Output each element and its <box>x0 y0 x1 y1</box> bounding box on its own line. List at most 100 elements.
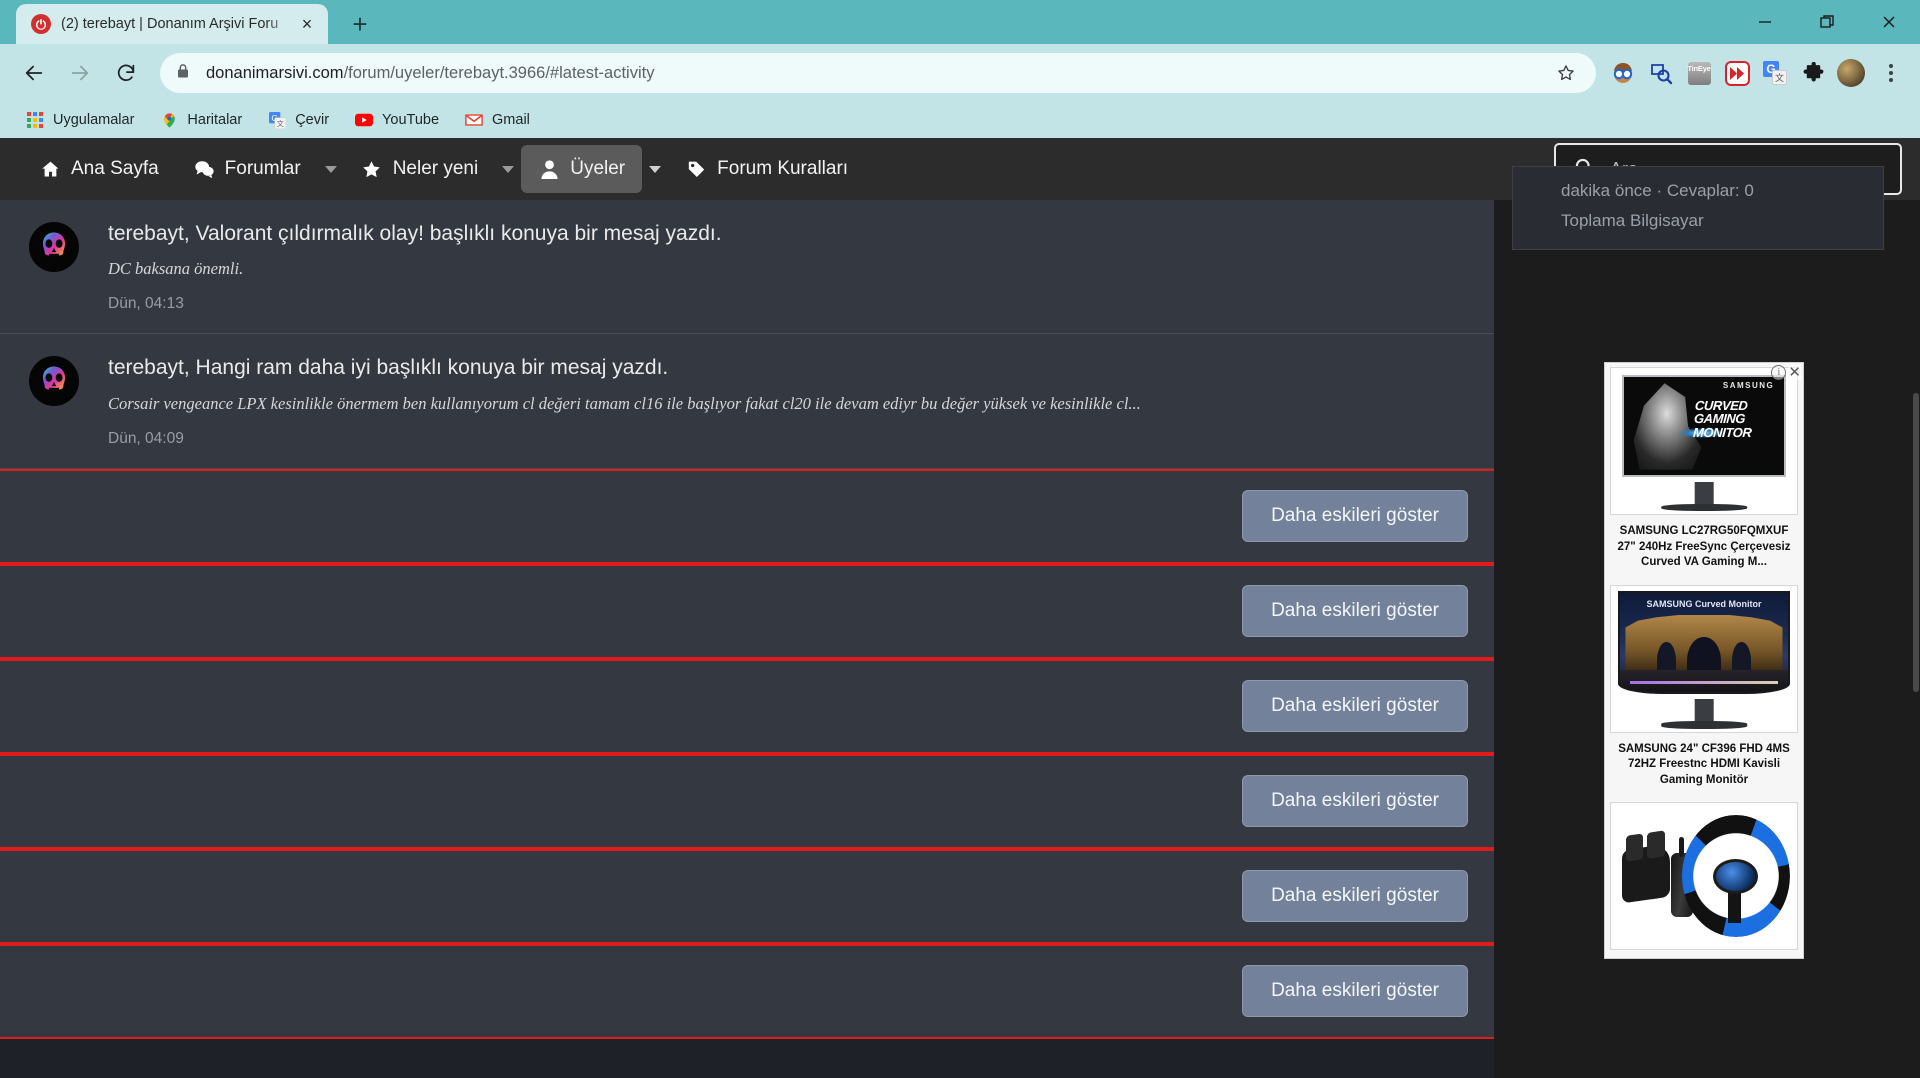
show-older-button[interactable]: Daha eskileri göster <box>1242 870 1468 923</box>
minimize-icon[interactable] <box>1734 0 1796 44</box>
activity-title[interactable]: terebayt, Valorant çıldırmalık olay! baş… <box>108 220 1468 248</box>
show-older-block: Daha eskileri göster <box>0 563 1494 659</box>
translate-icon: G 文 <box>268 111 286 129</box>
nav-label: Forum Kuralları <box>717 158 849 179</box>
image-search-icon[interactable] <box>1644 56 1678 90</box>
close-icon[interactable] <box>1858 0 1920 44</box>
show-older-block: Daha eskileri göster <box>0 468 1494 564</box>
sidebar-item-forumlar[interactable]: Forumlar <box>176 145 318 193</box>
show-older-button[interactable]: Daha eskileri göster <box>1242 585 1468 638</box>
star-icon <box>361 158 383 180</box>
show-older-block: Daha eskileri göster <box>0 753 1494 849</box>
back-arrow-icon[interactable] <box>14 53 54 93</box>
star-icon[interactable] <box>1552 63 1580 83</box>
thread-meta: dakika önce · Cevaplar: 0 <box>1561 181 1754 200</box>
sidebar-item-ana-sayfa[interactable]: Ana Sayfa <box>22 145 176 193</box>
adchoices-badge: i ✕ <box>1771 365 1801 380</box>
nav-label: Forumlar <box>224 158 301 179</box>
url-path: /forum/uyeler/terebayt.3966/#latest-acti… <box>343 63 655 82</box>
activity-body: terebayt, Hangi ram daha iyi başlıklı ko… <box>108 354 1468 447</box>
bookmark-label: YouTube <box>382 112 440 128</box>
bookmark-uygulamalar[interactable]: Uygulamalar <box>16 107 144 133</box>
activity-feed: terebayt, Valorant çıldırmalık olay! baş… <box>0 200 1494 1078</box>
chevron-down-icon-uyeler[interactable] <box>642 165 668 173</box>
web-page: Ana Sayfa Forumlar Neler yeni Üyeler For… <box>0 138 1920 1078</box>
samsung-curved-gaming-monitor-ad: SAMSUNG CURVED GAMING MONITOR <box>1610 367 1798 515</box>
skull-avatar <box>29 222 79 272</box>
bookmark-youtube[interactable]: YouTube <box>345 107 449 133</box>
activity-snippet: DC baksana önemli. <box>108 259 244 279</box>
maximize-icon[interactable] <box>1796 0 1858 44</box>
ad-brand-label: SAMSUNG <box>1722 381 1775 391</box>
ad-item[interactable]: SAMSUNG Curved Monitor SAMSUNG 24" CF396… <box>1605 581 1803 799</box>
show-older-button[interactable]: Daha eskileri göster <box>1242 680 1468 733</box>
bookmark-label: Haritalar <box>187 112 243 128</box>
puzzle-piece-icon[interactable] <box>1796 56 1830 90</box>
activity-title[interactable]: terebayt, Hangi ram daha iyi başlıklı ko… <box>108 354 1468 382</box>
show-older-button[interactable]: Daha eskileri göster <box>1242 775 1468 828</box>
url-host: donanimarsivi.com <box>206 63 344 82</box>
tag-icon <box>685 158 707 180</box>
bookmark-label: Uygulamalar <box>53 112 135 128</box>
google-translate-icon[interactable]: G 文 <box>1758 56 1792 90</box>
tineye-icon[interactable]: TinEye <box>1682 56 1716 90</box>
activity-item[interactable]: terebayt, Hangi ram daha iyi başlıklı ko… <box>0 334 1494 469</box>
activity-timestamp: Dün, 04:09 <box>108 429 184 447</box>
ad-item[interactable] <box>1605 798 1803 958</box>
sidebar-item-uyeler[interactable]: Üyeler <box>521 145 643 193</box>
address-bar[interactable]: donanimarsivi.com/forum/uyeler/terebayt.… <box>160 53 1596 93</box>
tab-title: (2) terebayt | Donanım Arşivi Foru <box>61 16 279 32</box>
new-tab-button[interactable]: + <box>342 6 378 42</box>
show-older-button[interactable]: Daha eskileri göster <box>1242 490 1468 543</box>
ad-brand-label: SAMSUNG Curved Monitor <box>1646 599 1762 610</box>
right-sidebar: dakika önce · Cevaplar: 0 Toplama Bilgis… <box>1494 166 1920 1078</box>
show-older-block: Daha eskileri göster <box>0 658 1494 754</box>
reload-icon[interactable] <box>106 53 146 93</box>
fast-forward-icon[interactable] <box>1720 56 1754 90</box>
forward-arrow-icon[interactable] <box>60 53 100 93</box>
bookmark-cevir[interactable]: G 文 Çevir <box>258 107 339 133</box>
thread-category: Toplama Bilgisayar <box>1561 211 1704 230</box>
bookmarks-bar: Uygulamalar Haritalar G 文 Çevir <box>0 102 1920 138</box>
lock-icon <box>176 63 192 84</box>
samsung-curved-monitor-city-ad: SAMSUNG Curved Monitor <box>1610 584 1798 733</box>
power-logo-icon: ⏻ <box>30 13 52 35</box>
bookmark-haritalar[interactable]: Haritalar <box>150 107 252 133</box>
nav-label: Neler yeni <box>392 158 479 179</box>
page-scrollbar[interactable] <box>1912 200 1920 1078</box>
bookmark-label: Çevir <box>295 112 330 128</box>
browser-toolbar: donanimarsivi.com/forum/uyeler/terebayt.… <box>0 44 1920 102</box>
chevron-down-icon-neler-yeni[interactable] <box>495 165 521 173</box>
ad-item[interactable]: SAMSUNG CURVED GAMING MONITOR SAMSUNG LC… <box>1605 363 1803 581</box>
bookmark-label: Gmail <box>492 112 530 128</box>
browser-titlebar: ⏻ (2) terebayt | Donanım Arşivi Foru × + <box>0 0 1920 44</box>
adchoices-info-icon[interactable]: i <box>1771 365 1787 380</box>
youtube-icon <box>355 111 374 129</box>
ad-caption: SAMSUNG 24" CF396 FHD 4MS 72HZ Freestnc … <box>1618 742 1790 786</box>
profile-avatar[interactable] <box>1834 56 1868 90</box>
url-text: donanimarsivi.com/forum/uyeler/terebayt.… <box>206 64 1552 83</box>
chevron-down-icon-forumlar[interactable] <box>318 165 344 173</box>
sidebar-item-neler-yeni[interactable]: Neler yeni <box>344 145 496 193</box>
tab-close-icon[interactable]: × <box>294 11 320 37</box>
activity-item[interactable]: terebayt, Valorant çıldırmalık olay! baş… <box>0 200 1494 335</box>
translate-char: 文 <box>1772 70 1787 85</box>
browser-window: ⏻ (2) terebayt | Donanım Arşivi Foru × + <box>0 0 1920 1078</box>
latest-thread-card[interactable]: dakika önce · Cevaplar: 0 Toplama Bilgis… <box>1512 166 1884 250</box>
gmail-icon <box>465 111 483 129</box>
chat-bubbles-icon <box>193 158 215 180</box>
skull-avatar <box>29 356 79 407</box>
ad-overlay-text: CURVED GAMING MONITOR <box>1692 397 1753 440</box>
tineye-label: TinEye <box>1687 61 1711 85</box>
browser-tab[interactable]: ⏻ (2) terebayt | Donanım Arşivi Foru × <box>16 4 328 44</box>
adchoices-close-icon[interactable]: ✕ <box>1788 365 1801 380</box>
person-icon <box>538 158 560 180</box>
show-older-block: Daha eskileri göster <box>0 848 1494 944</box>
page-content: terebayt, Valorant çıldırmalık olay! baş… <box>0 166 1920 1078</box>
show-older-button[interactable]: Daha eskileri göster <box>1242 965 1468 1018</box>
person-with-glasses-icon[interactable] <box>1606 56 1640 90</box>
bookmark-gmail[interactable]: Gmail <box>455 107 540 133</box>
forum-nav-items: Ana Sayfa Forumlar Neler yeni Üyeler For… <box>22 145 865 193</box>
three-dots-menu-icon[interactable] <box>1876 64 1906 82</box>
sidebar-item-forum-kurallari[interactable]: Forum Kuralları <box>668 145 865 193</box>
